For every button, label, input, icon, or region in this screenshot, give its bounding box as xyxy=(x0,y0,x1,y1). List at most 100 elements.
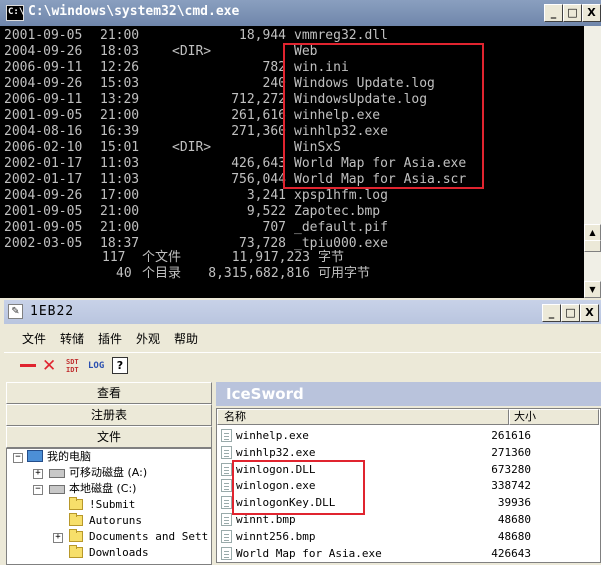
entry-time: 17:00 xyxy=(100,188,140,203)
ice-toolbar: ✕ SDT IDT LOG ? xyxy=(4,352,601,379)
file-list[interactable]: 名称 大小 winhelp.exe 261616 winhlp32.exe 27136… xyxy=(216,408,601,563)
tree-expander[interactable]: − xyxy=(33,485,43,495)
file-tree[interactable]: − 我的电脑 + 可移动磁盘 (A:) − 本地磁盘 (C:) !Submit … xyxy=(6,448,212,565)
ice-minimize-button[interactable]: _ xyxy=(542,304,561,322)
tree-expander[interactable]: − xyxy=(13,453,23,463)
entry-size: 3,241 xyxy=(246,188,286,203)
entry-time: 16:39 xyxy=(100,124,140,139)
file-name: winlogon.exe xyxy=(236,479,316,493)
file-name: World Map for Asia.exe xyxy=(236,546,382,560)
menu-appearance[interactable]: 外观 xyxy=(136,330,160,347)
folder-icon xyxy=(69,529,83,542)
file-icon xyxy=(221,445,232,459)
entry-name: World Map for Asia.exe xyxy=(294,156,467,171)
minus-icon[interactable] xyxy=(20,364,36,367)
summary-count: 117 xyxy=(102,250,126,265)
entry-name: winhelp.exe xyxy=(294,108,381,123)
cmd-title-bar[interactable]: C:\ C:\windows\system32\cmd.exe _ □ X xyxy=(0,0,601,26)
entry-time: 11:03 xyxy=(100,172,140,187)
file-row[interactable]: World Map for Asia.exe 426643 xyxy=(217,545,587,562)
sdt-idt-button[interactable]: SDT IDT xyxy=(66,358,84,378)
file-name: winlogonKey.DLL xyxy=(236,496,336,510)
tree-label: !Submit xyxy=(89,498,136,511)
file-size: 261616 xyxy=(491,429,531,442)
entry-dir: <DIR> xyxy=(172,44,212,59)
ice-maximize-button[interactable]: □ xyxy=(561,304,580,322)
cmd-console-output[interactable]: 2001-09-05 21:00 18,944 vmmreg32.dll 2004-09… xyxy=(0,26,584,298)
entry-time: 21:00 xyxy=(100,108,140,123)
file-row[interactable]: winhlp32.exe 271360 xyxy=(217,444,587,461)
log-button[interactable]: LOG xyxy=(88,356,108,376)
tree-label: 可移动磁盘 (A:) xyxy=(69,466,148,479)
cmd-vertical-scrollbar[interactable]: ▲ ▼ xyxy=(584,26,601,298)
file-row[interactable]: winlogon.exe 338742 xyxy=(217,477,587,494)
entry-date: 2004-08-16 xyxy=(4,124,83,139)
scroll-down-arrow-icon[interactable]: ▼ xyxy=(584,281,601,298)
summary-label: 个文件 xyxy=(142,250,182,265)
file-name: winnt256.bmp xyxy=(236,529,316,543)
file-row[interactable]: winlogon.DLL 673280 xyxy=(217,461,587,478)
entry-size: 18,944 xyxy=(239,28,286,43)
tree-label: 本地磁盘 (C:) xyxy=(69,482,137,495)
tab-registry[interactable]: 注册表 xyxy=(6,404,212,426)
menu-plugins[interactable]: 插件 xyxy=(98,330,122,347)
entry-size: 782 xyxy=(262,60,286,75)
delete-x-icon[interactable]: ✕ xyxy=(42,356,58,376)
entry-date: 2004-09-26 xyxy=(4,76,83,91)
entry-date: 2002-01-17 xyxy=(4,156,83,171)
file-size: 48680 xyxy=(497,529,531,543)
file-row[interactable]: winlogonKey.DLL 39936 xyxy=(217,494,587,511)
file-row[interactable]: winhelp.exe 261616 xyxy=(217,427,587,444)
cmd-summary-dirs: 40 个目录 8,315,682,816 可用字节 xyxy=(4,266,370,282)
summary-size: 8,315,682,816 xyxy=(208,266,310,281)
file-row[interactable]: winnt256.bmp 48680 xyxy=(217,528,587,545)
cmd-window-icon: C:\ xyxy=(6,5,24,21)
summary-label: 个目录 xyxy=(142,266,182,281)
entry-time: 18:03 xyxy=(100,44,140,59)
file-size: 48680 xyxy=(497,513,531,526)
help-icon[interactable]: ? xyxy=(112,357,128,374)
cmd-minimize-button[interactable]: _ xyxy=(544,4,563,22)
file-size: 673280 xyxy=(491,462,531,476)
tree-label: 我的电脑 xyxy=(47,450,91,463)
entry-date: 2006-09-11 xyxy=(4,92,83,107)
file-name: winhelp.exe xyxy=(236,429,309,442)
tree-expander[interactable]: + xyxy=(33,469,43,479)
tab-files[interactable]: 文件 xyxy=(6,426,212,448)
scroll-up-arrow-icon[interactable]: ▲ xyxy=(584,224,601,241)
file-size: 39936 xyxy=(497,496,531,510)
cmd-maximize-button[interactable]: □ xyxy=(563,4,582,22)
column-header-size[interactable]: 大小 xyxy=(509,409,599,425)
summary-unit: 可用字节 xyxy=(318,266,371,281)
entry-size: 271,360 xyxy=(231,124,286,139)
column-header-name[interactable]: 名称 xyxy=(217,409,509,425)
file-name: winhlp32.exe xyxy=(236,445,316,459)
entry-time: 11:03 xyxy=(100,156,140,171)
entry-size: 712,272 xyxy=(231,92,286,107)
menu-file[interactable]: 文件 xyxy=(22,330,46,347)
icesword-header: IceSword xyxy=(216,382,601,406)
cmd-close-button[interactable]: X xyxy=(582,4,601,22)
ice-title-bar[interactable]: ✎ 1EB22 _ □ X xyxy=(4,300,601,324)
menu-dump[interactable]: 转储 xyxy=(60,330,84,347)
tree-expander[interactable]: + xyxy=(53,533,63,543)
summary-unit: 字节 xyxy=(318,250,345,265)
file-size: 426643 xyxy=(491,546,531,560)
entry-dir: <DIR> xyxy=(172,140,212,155)
file-name: winlogon.DLL xyxy=(236,462,316,476)
file-icon xyxy=(221,429,232,442)
computer-icon xyxy=(27,450,43,462)
file-row[interactable]: winnt.bmp 48680 xyxy=(217,511,587,528)
folder-icon xyxy=(69,513,83,526)
tab-view[interactable]: 查看 xyxy=(6,382,212,404)
menu-help[interactable]: 帮助 xyxy=(174,330,198,347)
cmd-scroll-thumb[interactable] xyxy=(584,240,601,252)
ice-close-button[interactable]: X xyxy=(580,304,599,322)
entry-name: vmmreg32.dll xyxy=(294,28,388,43)
entry-time: 15:03 xyxy=(100,76,140,91)
entry-date: 2001-09-05 xyxy=(4,28,83,43)
file-icon xyxy=(221,462,232,476)
entry-date: 2004-09-26 xyxy=(4,188,83,203)
entry-name: Web xyxy=(294,44,318,59)
file-icon xyxy=(221,513,232,526)
